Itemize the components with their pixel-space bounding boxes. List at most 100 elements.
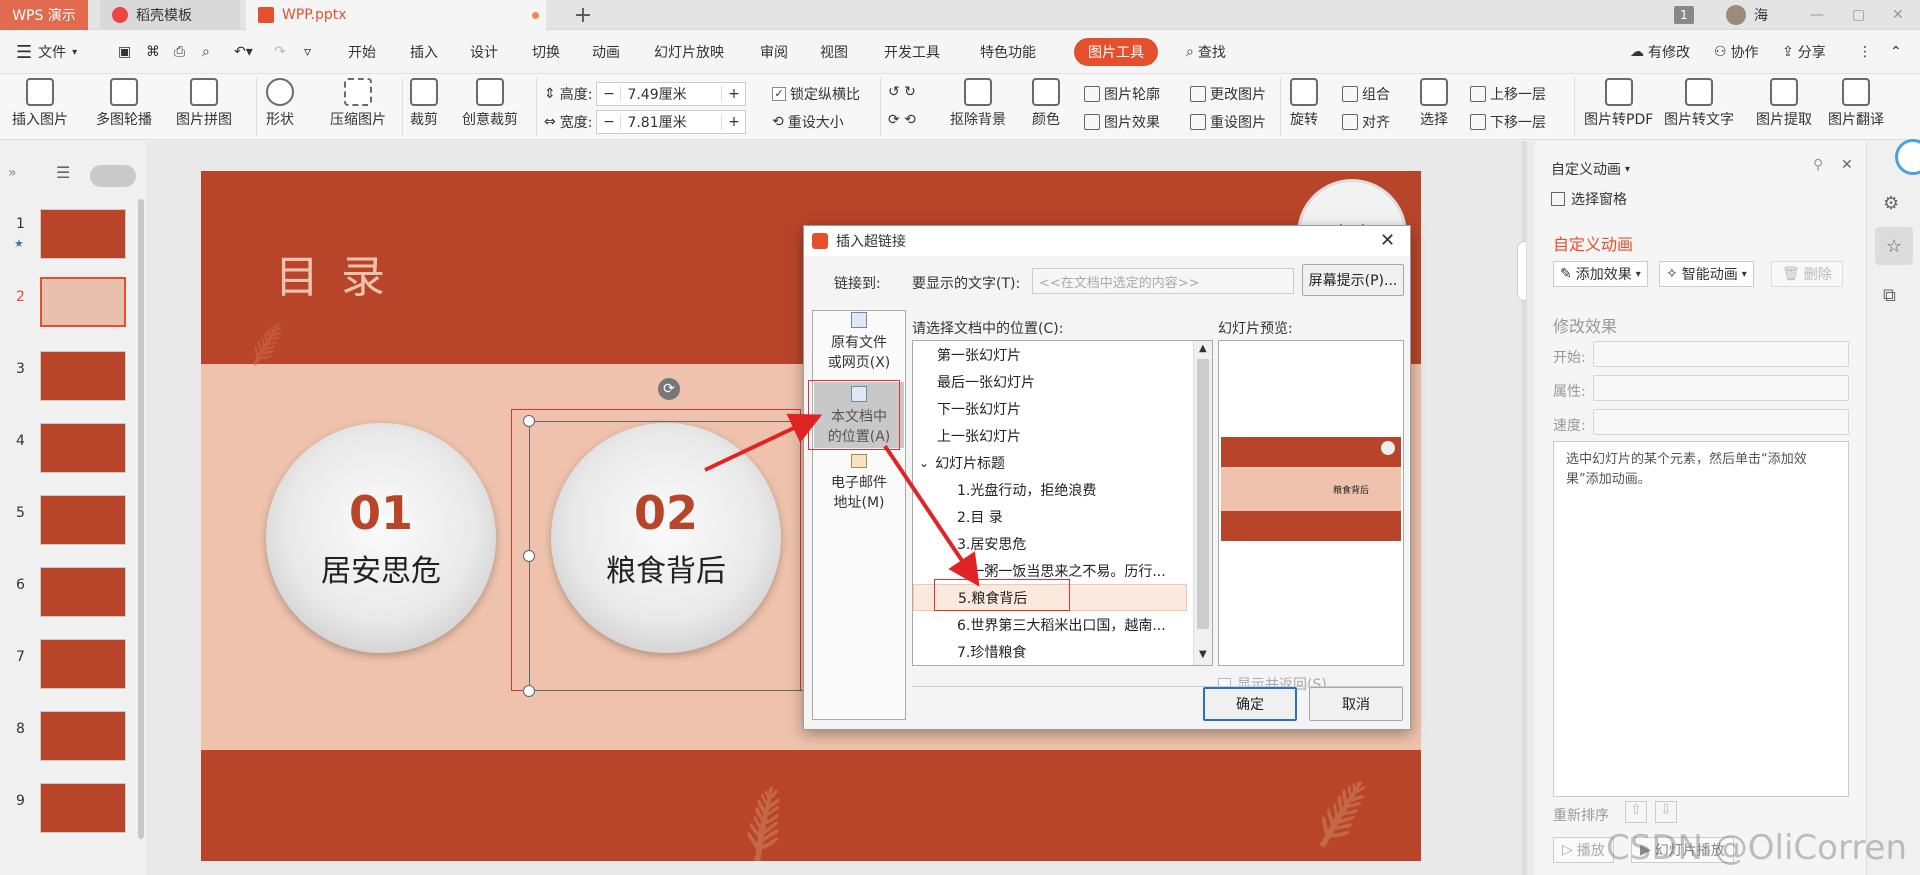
scroll-up-icon[interactable]: ▲: [1199, 343, 1207, 354]
quick-access-more-icon[interactable]: ▿: [304, 30, 311, 74]
pin-icon[interactable]: ⚲: [1813, 157, 1823, 173]
collapse-ribbon-icon[interactable]: ⌃: [1890, 30, 1902, 74]
nav-existing-file[interactable]: 原有文件 或网页(X): [814, 312, 904, 378]
send-backward-button[interactable]: 下移一层: [1470, 112, 1546, 132]
list-item[interactable]: 6.世界第三大稻米出口国，越南...: [913, 611, 1166, 638]
screentip-button[interactable]: 屏幕提示(P)...: [1302, 264, 1404, 296]
picture-extract-button[interactable]: 图片提取: [1756, 78, 1812, 129]
slide-thumb[interactable]: [40, 351, 126, 401]
picture-collage-button[interactable]: 图片拼图: [176, 78, 232, 129]
menu-item-start[interactable]: 开始: [348, 30, 376, 74]
menu-item-developer[interactable]: 开发工具: [884, 30, 940, 74]
more-options-icon[interactable]: ⋮: [1858, 30, 1872, 74]
resize-handle[interactable]: [523, 685, 535, 697]
menu-item-review[interactable]: 审阅: [760, 30, 788, 74]
transition-icon[interactable]: ⧉: [1883, 285, 1896, 306]
file-menu[interactable]: ☰ 文件 ▾: [16, 30, 77, 74]
property-select[interactable]: [1593, 375, 1849, 401]
format-painter-icon[interactable]: ⌘: [146, 30, 160, 74]
menu-item-animation[interactable]: 动画: [592, 30, 620, 74]
multi-carousel-button[interactable]: 多图轮播: [96, 78, 152, 129]
menu-item-view[interactable]: 视图: [820, 30, 848, 74]
close-icon[interactable]: ✕: [1380, 230, 1395, 251]
align-button[interactable]: 对齐: [1342, 112, 1390, 132]
list-scrollbar[interactable]: ▲ ▼: [1193, 341, 1212, 665]
menu-item-features[interactable]: 特色功能: [980, 30, 1036, 74]
slide-thumb-selected[interactable]: [40, 277, 126, 327]
display-text-input[interactable]: <<在文档中选定的内容>>: [1032, 268, 1294, 294]
picture-outline-button[interactable]: 图片轮廓: [1084, 84, 1160, 104]
panel-header[interactable]: 自定义动画 ▾: [1551, 159, 1630, 179]
scrollbar-thumb[interactable]: [1197, 359, 1209, 629]
cancel-button[interactable]: 取消: [1309, 687, 1403, 721]
tree-group[interactable]: ⌄ 幻灯片标题: [913, 449, 1005, 476]
menu-item-insert[interactable]: 插入: [410, 30, 438, 74]
thumbnail-view-icon[interactable]: [90, 165, 136, 187]
print-preview-icon[interactable]: ⌕: [202, 30, 210, 74]
user-avatar[interactable]: [1726, 5, 1746, 25]
bring-forward-button[interactable]: 上移一层: [1470, 84, 1546, 104]
slide-thumb[interactable]: [40, 495, 126, 545]
add-effect-button[interactable]: ✎ 添加效果 ▾: [1553, 261, 1648, 287]
menu-item-transition[interactable]: 切换: [532, 30, 560, 74]
share-button[interactable]: ⇪ 分享: [1782, 30, 1826, 74]
lock-ratio-checkbox[interactable]: ✓ 锁定纵横比: [772, 84, 860, 104]
save-icon[interactable]: ▣: [118, 30, 131, 74]
menu-item-slideshow[interactable]: 幻灯片放映: [654, 30, 724, 74]
select-button[interactable]: 选择: [1420, 78, 1448, 129]
close-window-icon[interactable]: ✕: [1892, 0, 1912, 30]
change-picture-button[interactable]: 更改图片: [1190, 84, 1266, 104]
close-icon[interactable]: ✕: [1841, 157, 1853, 173]
rotate-handle-icon[interactable]: ⟳: [658, 378, 680, 400]
increase-height-icon[interactable]: +: [721, 86, 745, 102]
color-button[interactable]: 颜色: [1032, 78, 1060, 129]
expand-panel-icon[interactable]: »: [8, 165, 17, 181]
undo-icon[interactable]: ↶▾: [234, 30, 253, 74]
reset-size-button[interactable]: ⟲ 重设大小: [772, 112, 844, 132]
outline-view-icon[interactable]: ☰: [56, 163, 70, 182]
slide-thumb[interactable]: [40, 209, 126, 259]
animation-icon[interactable]: ☆: [1875, 227, 1913, 265]
shape-button[interactable]: 形状: [266, 78, 294, 129]
remove-background-button[interactable]: 抠除背景: [950, 78, 1006, 129]
move-up-icon[interactable]: ⇧: [1625, 801, 1647, 823]
increase-width-icon[interactable]: +: [721, 114, 745, 130]
minimize-icon[interactable]: —: [1810, 0, 1830, 30]
list-item[interactable]: 1.光盘行动，拒绝浪费: [913, 476, 1096, 503]
creative-crop-button[interactable]: 创意裁剪: [462, 78, 518, 129]
crop-button[interactable]: 裁剪: [410, 78, 438, 129]
new-tab-button[interactable]: +: [568, 0, 598, 30]
tab-wps-app[interactable]: WPS 演示: [0, 0, 88, 30]
delete-button[interactable]: 🗑 删除: [1771, 261, 1843, 287]
list-item[interactable]: 7.珍惜粮食: [913, 638, 1026, 665]
list-item[interactable]: 下一张幻灯片: [913, 395, 1021, 422]
list-item[interactable]: 第一张幻灯片: [913, 341, 1021, 368]
width-input[interactable]: − 7.81厘米 +: [596, 110, 747, 134]
properties-icon[interactable]: ⚙: [1883, 193, 1899, 214]
list-item[interactable]: 上一张幻灯片: [913, 422, 1021, 449]
play-button[interactable]: ▷ 播放: [1553, 837, 1614, 863]
move-down-icon[interactable]: ⇩: [1655, 801, 1677, 823]
speed-select[interactable]: [1593, 409, 1849, 435]
slide-thumb[interactable]: [40, 783, 126, 833]
start-select[interactable]: [1593, 341, 1849, 367]
slide-thumb[interactable]: [40, 567, 126, 617]
scroll-down-icon[interactable]: ▼: [1199, 649, 1207, 660]
list-item[interactable]: 最后一张幻灯片: [913, 368, 1035, 395]
resize-handle[interactable]: [523, 550, 535, 562]
thumbnail-scrollbar[interactable]: [138, 199, 144, 839]
nav-email[interactable]: 电子邮件 地址(M): [814, 454, 904, 520]
picture-translate-button[interactable]: 图片翻译: [1828, 78, 1884, 129]
panel-vertical-scroll[interactable]: [1527, 141, 1535, 875]
modified-button[interactable]: ☁ 有修改: [1630, 30, 1690, 74]
slide-thumb[interactable]: [40, 423, 126, 473]
rotate-button[interactable]: 旋转: [1290, 78, 1318, 129]
reset-picture-button[interactable]: 重设图片: [1190, 112, 1266, 132]
compress-picture-button[interactable]: 压缩图片: [330, 78, 386, 129]
picture-to-pdf-button[interactable]: 图片转PDF: [1584, 78, 1653, 129]
collaborate-button[interactable]: ⚇ 协作: [1714, 30, 1759, 74]
slide-thumb[interactable]: [40, 639, 126, 689]
select-pane-button[interactable]: 选择窗格: [1551, 189, 1627, 209]
height-input[interactable]: − 7.49厘米 +: [596, 82, 747, 106]
picture-to-text-button[interactable]: 图片转文字: [1664, 78, 1734, 129]
